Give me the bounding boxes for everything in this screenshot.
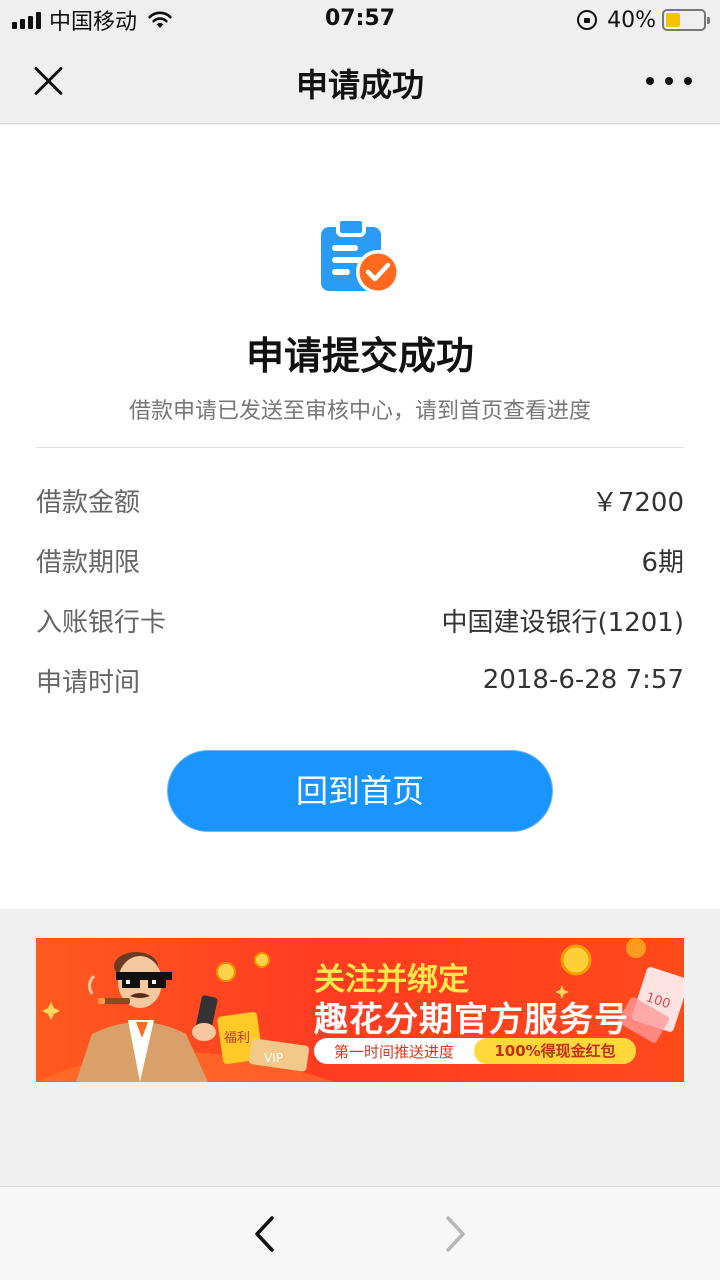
banner-pill: 第一时间推送进度 100%得现金红包	[314, 1038, 636, 1064]
info-row-loan-term: 借款期限 6期	[36, 540, 684, 580]
clipboard-check-icon	[321, 217, 400, 294]
info-value: 2018-6-28 7:57	[482, 665, 684, 695]
banner-badge-text: 福利	[224, 1031, 250, 1046]
promo-banner[interactable]: 100 福利 VIP 关注并绑定 趣花分期官方服务号 第一时间推送进度 100%…	[36, 938, 684, 1082]
battery-icon	[662, 9, 710, 31]
info-row-loan-amount: 借款金额 ￥7200	[36, 480, 684, 520]
info-label: 申请时间	[36, 667, 141, 698]
nav-bar: 申请成功	[0, 40, 720, 124]
back-to-home-button[interactable]: 回到首页	[167, 750, 553, 832]
bottom-toolbar	[0, 1186, 720, 1280]
banner-pill-left: 第一时间推送进度	[333, 1042, 454, 1061]
orientation-lock-icon	[577, 10, 598, 30]
battery-level	[666, 13, 681, 27]
info-row-apply-time: 申请时间 2018-6-28 7:57	[36, 660, 684, 700]
more-icon[interactable]	[646, 70, 692, 92]
banner-pill-right: 100%得现金红包	[474, 1038, 636, 1064]
banner-title-line2: 趣花分期官方服务号	[314, 1000, 629, 1040]
status-bar: 中国移动 07:57 40%	[0, 0, 720, 40]
success-title: 申请提交成功	[245, 334, 474, 378]
info-label: 入账银行卡	[36, 607, 167, 638]
status-right: 40%	[577, 6, 710, 34]
page-title: 申请成功	[295, 66, 424, 104]
success-description: 借款申请已发送至审核中心，请到首页查看进度	[128, 399, 591, 424]
info-label: 借款金额	[36, 487, 141, 518]
battery-percent: 40%	[607, 7, 656, 33]
info-value: 中国建设银行(1201)	[441, 607, 684, 638]
info-value: ￥7200	[591, 487, 684, 518]
banner-vip-text: VIP	[264, 1051, 283, 1065]
chevron-right-icon[interactable]	[440, 1215, 470, 1253]
info-label: 借款期限	[36, 547, 141, 578]
result-panel: 申请提交成功 借款申请已发送至审核中心，请到首页查看进度 借款金额 ￥7200 …	[0, 125, 720, 909]
divider	[36, 447, 684, 448]
info-row-bank-card: 入账银行卡 中国建设银行(1201)	[36, 600, 684, 640]
chevron-left-icon[interactable]	[250, 1215, 280, 1253]
info-value: 6期	[641, 547, 684, 578]
